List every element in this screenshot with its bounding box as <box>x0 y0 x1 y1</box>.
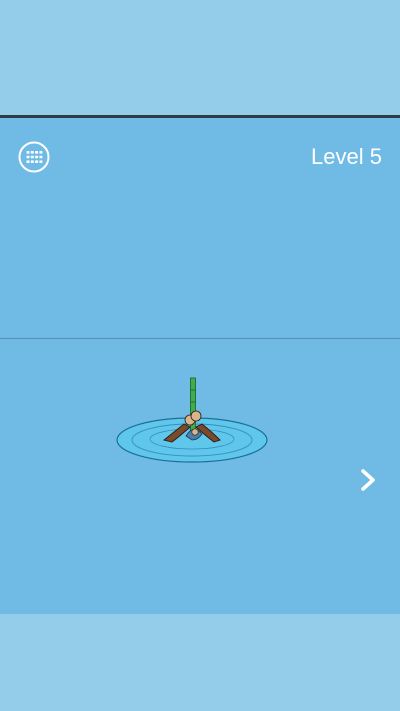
next-level-button[interactable] <box>356 467 380 493</box>
grid-menu-icon <box>18 141 50 173</box>
top-band <box>0 0 400 115</box>
game-screen: Level 5 <box>0 0 400 711</box>
level-label: Level 5 <box>311 144 382 169</box>
bottom-band <box>0 614 400 711</box>
drowning-person-scene[interactable] <box>112 372 272 472</box>
chevron-right-icon <box>361 469 375 491</box>
drowning-person-holding-bamboo-icon <box>116 377 268 463</box>
horizon-line <box>0 338 400 339</box>
game-area[interactable] <box>0 118 400 614</box>
level-menu-button[interactable] <box>18 141 50 173</box>
